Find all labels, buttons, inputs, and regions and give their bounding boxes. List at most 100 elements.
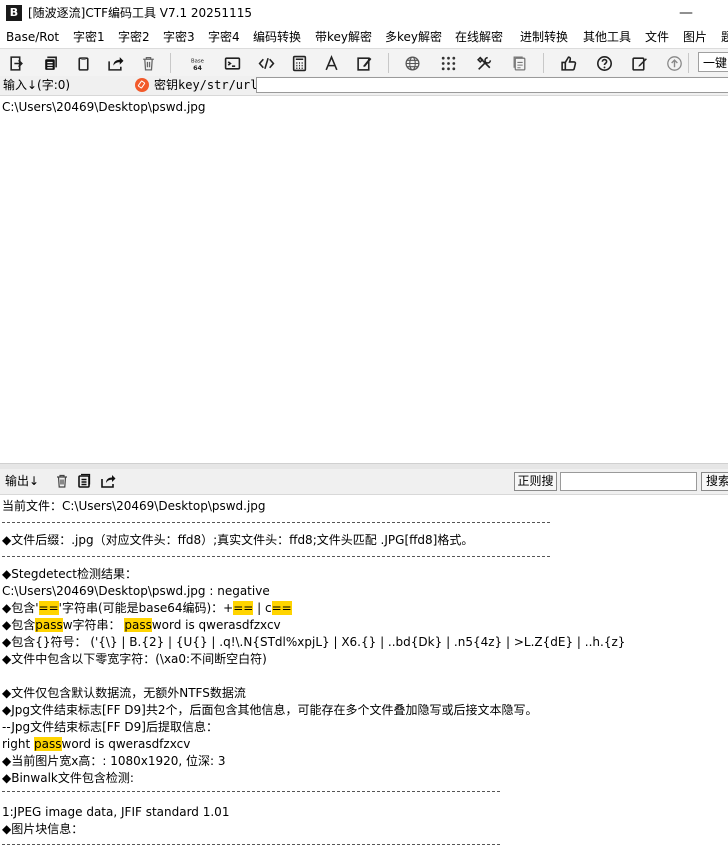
calculator-icon[interactable] xyxy=(288,52,310,74)
output-line: ◆包含{}符号： ('{\} | B.{2} | {U{} | .q!\.N{S… xyxy=(2,634,625,651)
globe-icon[interactable] xyxy=(401,52,423,74)
help-icon[interactable] xyxy=(593,52,615,74)
output-line: --Jpg文件结束标志[FF D9]后提取信息： xyxy=(2,719,218,736)
one-click-combo[interactable]: 一键 xyxy=(698,52,728,72)
paste-icon[interactable] xyxy=(72,52,94,74)
output-text: C:\Users\20469\Desktop\pswd.jpg : negati… xyxy=(2,584,270,598)
menu-item-4[interactable]: 字密4 xyxy=(208,27,240,48)
regex-search-input[interactable] xyxy=(560,472,697,491)
search-highlight: pass xyxy=(34,737,62,751)
output-text: ◆包含{}符号： ('{\} | B.{2} | {U{} | .q!\.N{S… xyxy=(2,635,626,649)
toolbar-separator xyxy=(543,53,544,73)
menu-item-9[interactable]: 进制转换 xyxy=(520,27,568,48)
terminal-icon[interactable] xyxy=(221,52,243,74)
toolbar-separator xyxy=(688,53,689,73)
output-text: '字符串(可能是base64编码)：+ xyxy=(58,601,234,615)
app-logo-icon: B xyxy=(6,5,22,21)
output-text: right xyxy=(2,737,35,751)
regex-search-button[interactable]: 正则搜 xyxy=(514,472,557,491)
search-highlight: pass xyxy=(124,618,152,632)
input-text: C:\Users\20469\Desktop\pswd.jpg xyxy=(2,100,206,114)
window-title: [随波逐流]CTF编码工具 V7.1 20251115 xyxy=(28,6,252,20)
menu-item-6[interactable]: 带key解密 xyxy=(315,27,372,48)
menu-item-1[interactable]: 字密1 xyxy=(73,27,105,48)
output-text: ◆Jpg文件结束标志[FF D9]共2个，后面包含其他信息，可能存在多个文件叠加… xyxy=(2,703,538,717)
output-text: ◆当前图片宽x高：: 1080x1920, 位深: 3 xyxy=(2,754,226,768)
output-text: | c xyxy=(253,601,272,615)
copy-output-icon[interactable] xyxy=(75,472,93,490)
import-file-icon[interactable] xyxy=(5,52,27,74)
base64-icon[interactable]: Base 64 xyxy=(186,52,208,74)
output-textarea[interactable]: 当前文件：C:\Users\20469\Desktop\pswd.jpg ◆文件后… xyxy=(0,495,728,863)
input-label: 输入↓(字:0) xyxy=(3,78,71,92)
output-text: ◆图片块信息： xyxy=(2,822,84,836)
svg-text:64: 64 xyxy=(193,63,202,71)
output-text: word is qwerasdfzxcv xyxy=(151,618,281,632)
output-text: ◆文件中包含以下零宽字符：(\xa0:不间断空白符) xyxy=(2,652,267,666)
menu-item-5[interactable]: 编码转换 xyxy=(253,27,301,48)
code-icon[interactable] xyxy=(255,52,277,74)
output-text: 1:JPEG image data, JFIF standard 1.01 xyxy=(2,805,230,819)
output-line: 1:JPEG image data, JFIF standard 1.01 xyxy=(2,804,229,821)
font-icon[interactable] xyxy=(320,52,342,74)
output-line: ◆文件中包含以下零宽字符：(\xa0:不间断空白符) xyxy=(2,651,267,668)
output-line: ◆图片块信息： xyxy=(2,821,83,838)
output-text: word is qwerasdfzxcv xyxy=(61,737,191,751)
output-separator xyxy=(2,791,500,793)
menu-bar: Base/Rot 字密1 字密2 字密3 字密4 编码转换 带key解密 多key解密 在线解密… xyxy=(0,27,728,48)
output-line: ◆包含passw字符串： password is qwerasdfzxcv xyxy=(2,617,281,634)
toolbar: 一键 Base 64 xyxy=(0,48,728,78)
edit-icon[interactable] xyxy=(628,52,650,74)
menu-item-0[interactable]: Base/Rot xyxy=(6,27,59,48)
output-line: ◆Stegdetect检测结果： xyxy=(2,566,137,583)
output-separator xyxy=(2,844,500,846)
search-highlight: == xyxy=(233,601,254,615)
output-text: ◆包含 xyxy=(2,618,36,632)
output-bar: 输出↓ 正则搜 搜索 xyxy=(0,469,728,495)
trash-icon[interactable] xyxy=(137,52,159,74)
toolbar-separator xyxy=(170,53,171,73)
key-label: 密钥key/str/url: xyxy=(154,78,265,92)
menu-item-8[interactable]: 在线解密 xyxy=(455,27,503,48)
output-line: ◆文件仅包含默认数据流，无额外NTFS数据流 xyxy=(2,685,246,702)
search-button[interactable]: 搜索 xyxy=(701,472,728,491)
thumbs-up-icon[interactable] xyxy=(557,52,579,74)
title-bar: B [随波逐流]CTF编码工具 V7.1 20251115 — xyxy=(0,0,728,27)
menu-item-12[interactable]: 图片 xyxy=(683,27,707,48)
tools-icon[interactable] xyxy=(473,52,495,74)
output-text: ◆文件仅包含默认数据流，无额外NTFS数据流 xyxy=(2,686,246,700)
minimize-button[interactable]: — xyxy=(676,3,696,23)
menu-item-11[interactable]: 文件 xyxy=(645,27,669,48)
input-bar: 输入↓(字:0) 密钥key/str/url: xyxy=(0,76,728,96)
search-highlight: == xyxy=(271,601,292,615)
share-output-icon[interactable] xyxy=(99,472,117,490)
output-line: ◆Binwalk文件包含检测: xyxy=(2,770,134,787)
menu-item-3[interactable]: 字密3 xyxy=(163,27,195,48)
menu-item-10[interactable]: 其他工具 xyxy=(583,27,631,48)
output-separator xyxy=(2,556,550,558)
search-highlight: pass xyxy=(35,618,63,632)
output-line: right password is qwerasdfzxcv xyxy=(2,736,190,753)
menu-item-13[interactable]: 题 xyxy=(721,27,728,48)
key-icon[interactable] xyxy=(135,78,149,92)
output-line: C:\Users\20469\Desktop\pswd.jpg : negati… xyxy=(2,583,270,600)
copy-icon[interactable] xyxy=(39,52,61,74)
output-line: ◆文件后缀：.jpg（对应文件头：ffd8）;真实文件头：ffd8;文件头匹配 … xyxy=(2,532,473,549)
output-text: 当前文件：C:\Users\20469\Desktop\pswd.jpg xyxy=(2,499,266,513)
input-textarea[interactable]: C:\Users\20469\Desktop\pswd.jpg xyxy=(0,96,728,463)
share-icon[interactable] xyxy=(104,52,126,74)
key-input[interactable] xyxy=(256,77,728,93)
clear-output-trash-icon[interactable] xyxy=(53,472,71,490)
grid-icon[interactable] xyxy=(437,52,459,74)
output-text: w字符串： xyxy=(62,618,125,632)
menu-item-2[interactable]: 字密2 xyxy=(118,27,150,48)
menu-item-7[interactable]: 多key解密 xyxy=(385,27,442,48)
output-line: ◆包含'=='字符串(可能是base64编码)：+== | c== xyxy=(2,600,292,617)
output-line: ◆当前图片宽x高：: 1080x1920, 位深: 3 xyxy=(2,753,226,770)
arrow-up-icon[interactable] xyxy=(663,52,685,74)
edit-form-icon[interactable] xyxy=(353,52,375,74)
file-copy-icon[interactable] xyxy=(508,52,530,74)
output-line: 当前文件：C:\Users\20469\Desktop\pswd.jpg xyxy=(2,498,266,515)
output-text: ◆文件后缀：.jpg（对应文件头：ffd8）;真实文件头：ffd8;文件头匹配 … xyxy=(2,533,474,547)
output-text: ◆Binwalk文件包含检测: xyxy=(2,771,134,785)
